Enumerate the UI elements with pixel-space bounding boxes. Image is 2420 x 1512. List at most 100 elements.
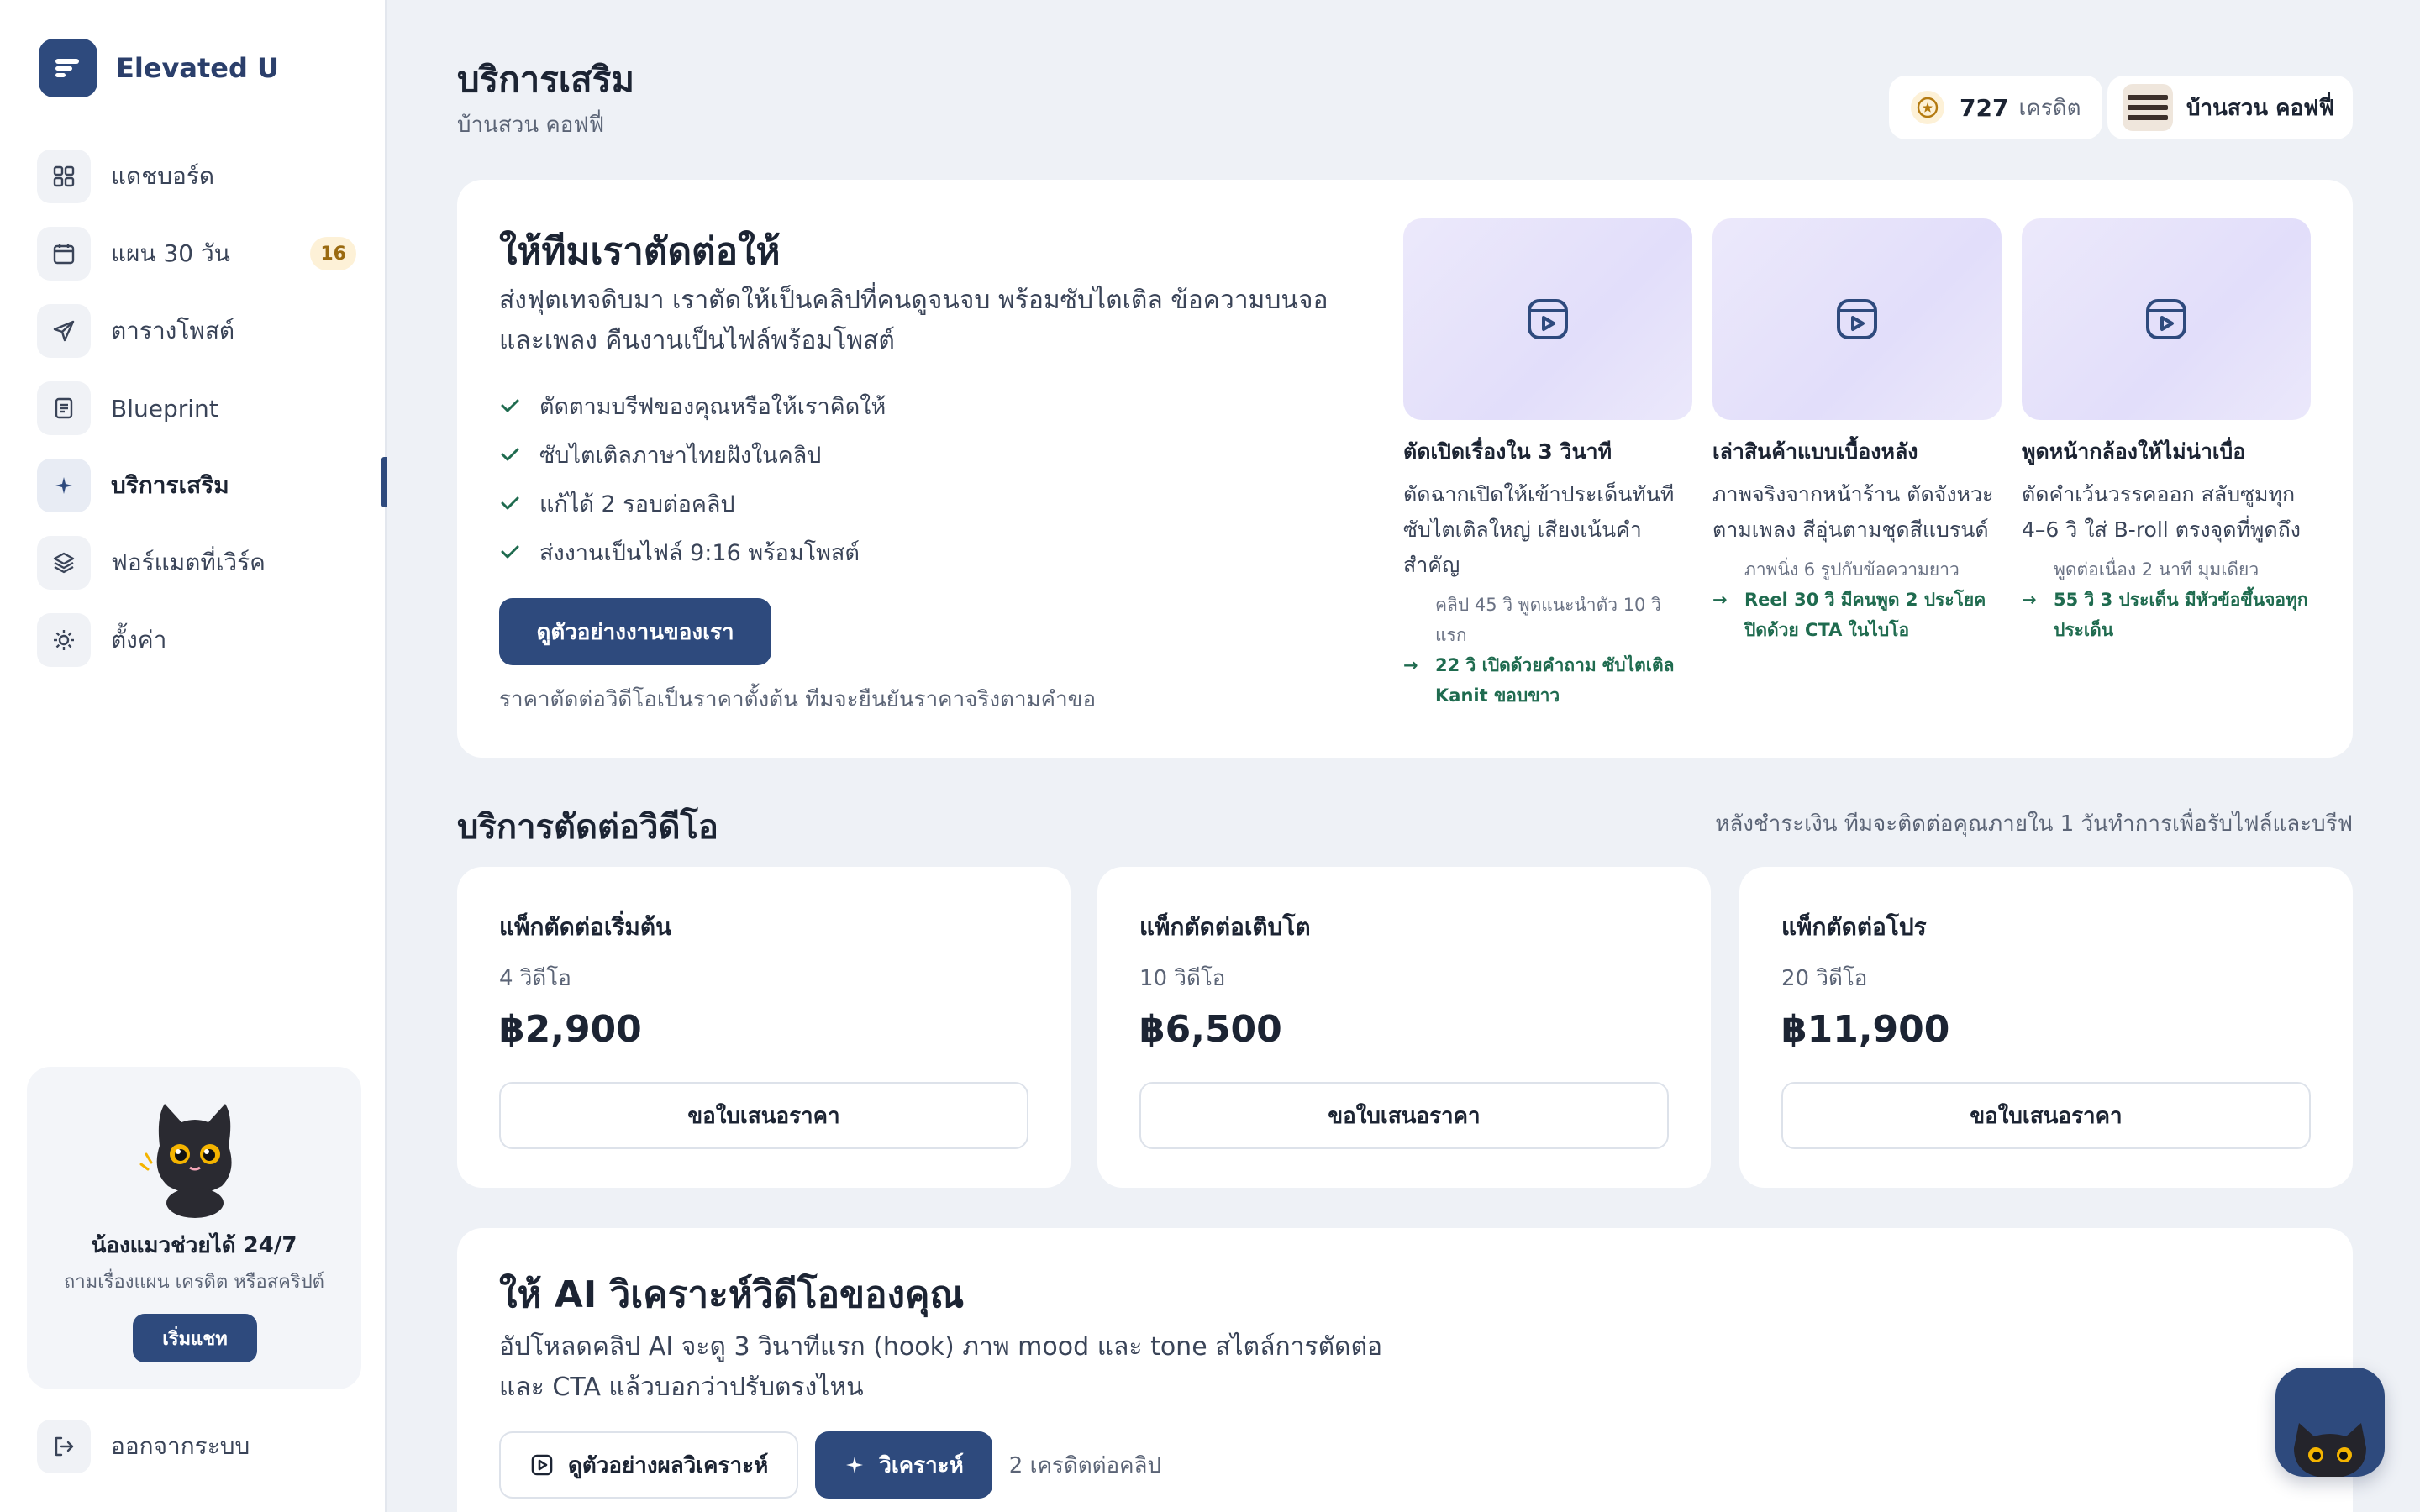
video-thumbnail[interactable] xyxy=(2022,218,2311,420)
feature-text: ตัดตามบรีฟของคุณหรือให้เราคิดให้ xyxy=(539,393,886,420)
sidebar-item-label: บริการเสริม xyxy=(111,471,229,499)
section-note: หลังชำระเงิน ทีมจะติดต่อคุณภายใน 1 วันทำ… xyxy=(1715,811,2353,837)
package-price: ฿11,900 xyxy=(1781,1008,1950,1051)
shop-avatar xyxy=(2123,84,2173,131)
help-title: น้องแมวช่วยได้ 24/7 xyxy=(91,1233,297,1258)
ai-analysis-card: ให้ AI วิเคราะห์วิดีโอของคุณ อัปโหลดคลิป… xyxy=(457,1228,2353,1512)
play-video-icon xyxy=(1837,299,1877,339)
feature-text: ซับไตเติลภาษาไทยฝังในคลิป xyxy=(539,442,822,469)
sample-result-text: Reel 30 วิ มีคนพูด 2 ประโยค ปิดด้วย CTA … xyxy=(1744,590,1986,640)
calendar-icon xyxy=(37,227,91,281)
sidebar-item-addons[interactable]: บริการเสริม xyxy=(37,455,356,516)
ai-title: ให้ AI วิเคราะห์วิดีโอของคุณ xyxy=(499,1273,965,1316)
sample-after: → 22 วิ เปิดด้วยคำถาม ซับไตเติล Kanit ขอ… xyxy=(1403,650,1692,711)
sample-title: พูดหน้ากล้องให้ไม่น่าเบื่อ xyxy=(2022,439,2246,464)
package-name: แพ็กตัดต่อเติบโต xyxy=(1139,913,1311,941)
sidebar-item-label: Blueprint xyxy=(111,394,218,423)
button-label: ดูตัวอย่างผลวิเคราะห์ xyxy=(568,1452,769,1478)
check-icon xyxy=(499,395,523,417)
feature-text: แก้ได้ 2 รอบต่อคลิป xyxy=(539,491,735,517)
section-title: บริการตัดต่อวิดีโอ xyxy=(457,808,718,847)
credit-unit: เครดิต xyxy=(2018,95,2081,121)
shop-switcher[interactable]: บ้านสวน คอฟฟี่ xyxy=(2107,76,2353,139)
chat-assistant-button[interactable] xyxy=(2275,1368,2385,1477)
check-icon xyxy=(499,541,523,563)
sidebar-item-settings[interactable]: ตั้งค่า xyxy=(37,610,356,670)
sample-result-text: 55 วิ 3 ประเด็น มีหัวข้อขึ้นจอทุกประเด็น xyxy=(2054,590,2308,640)
sample-before: ภาพนิ่ง 6 รูปกับข้อความยาว xyxy=(1744,559,1960,580)
count-badge: 16 xyxy=(310,237,356,270)
sparkle-icon xyxy=(37,459,91,512)
button-label: วิเคราะห์ xyxy=(879,1452,964,1478)
feature-item: แก้ได้ 2 รอบต่อคลิป xyxy=(499,479,886,528)
request-quote-button[interactable]: ขอใบเสนอราคา xyxy=(1139,1082,1669,1149)
editing-service-hero: ให้ทีมเราตัดต่อให้ ส่งฟุตเทจดิบมา เราตัด… xyxy=(457,180,2353,758)
play-video-icon xyxy=(2146,299,2186,339)
hero-description: ส่งฟุตเทจดิบมา เราตัดให้เป็นคลิปที่คนดูจ… xyxy=(499,286,1328,355)
help-subtitle: ถามเรื่องแผน เครดิต หรือสคริปต์ xyxy=(64,1272,324,1293)
logout-button[interactable]: ออกจากระบบ xyxy=(37,1420,250,1473)
package-name: แพ็กตัดต่อเริ่มต้น xyxy=(499,913,672,941)
request-quote-button[interactable]: ขอใบเสนอราคา xyxy=(1781,1082,2311,1149)
check-icon xyxy=(499,444,523,465)
sample-card[interactable]: พูดหน้ากล้องให้ไม่น่าเบื่อ ตัดคำเว้นวรรค… xyxy=(2022,218,2311,645)
logout-icon xyxy=(37,1420,91,1473)
coin-icon xyxy=(1911,91,1944,124)
brand-logo-icon xyxy=(39,39,97,97)
sample-before: พูดต่อเนื่อง 2 นาที มุมเดียว xyxy=(2054,559,2260,580)
brand-name: Elevated U xyxy=(116,52,280,84)
pricing-note: ราคาตัดต่อวิดีโอเป็นราคาตั้งต้น ทีมจะยืน… xyxy=(499,687,1097,712)
sample-title: ตัดเปิดเรื่องใน 3 วินาที xyxy=(1403,439,1612,464)
gear-icon xyxy=(37,613,91,667)
package-price: ฿6,500 xyxy=(1139,1008,1282,1051)
logout-label: ออกจากระบบ xyxy=(111,1432,250,1460)
brand[interactable]: Elevated U xyxy=(39,39,279,97)
sidebar-item-label: ตารางโพสต์ xyxy=(111,317,235,344)
cat-avatar-icon xyxy=(2294,1423,2366,1477)
request-quote-button[interactable]: ขอใบเสนอราคา xyxy=(499,1082,1028,1149)
sample-card[interactable]: ตัดเปิดเรื่องใน 3 วินาที ตัดฉากเปิดให้เข… xyxy=(1403,218,1692,711)
sample-description: ตัดคำเว้นวรรคออก สลับซูมทุก 4–6 วิ ใส่ B… xyxy=(2022,482,2301,542)
view-samples-button[interactable]: ดูตัวอย่างงานของเรา xyxy=(499,598,771,665)
help-card: น้องแมวช่วยได้ 24/7 ถามเรื่องแผน เครดิต … xyxy=(27,1067,361,1389)
package-card: แพ็กตัดต่อโปร 20 วิดีโอ ฿11,900 ขอใบเสนอ… xyxy=(1739,867,2353,1188)
check-icon xyxy=(499,492,523,514)
sidebar-item-dashboard[interactable]: แดชบอร์ด xyxy=(37,146,356,207)
page-subtitle: บ้านสวน คอฟฟี่ xyxy=(457,113,605,138)
video-thumbnail[interactable] xyxy=(1712,218,2002,420)
arrow-right-icon: → xyxy=(2022,590,2037,610)
grid-icon xyxy=(37,150,91,203)
package-count: 20 วิดีโอ xyxy=(1781,966,1868,991)
credit-value: 727 xyxy=(1960,93,2009,122)
feature-list: ตัดตามบรีฟของคุณหรือให้เราคิดให้ ซับไตเต… xyxy=(499,381,886,576)
video-thumbnail[interactable] xyxy=(1403,218,1692,420)
sample-card[interactable]: เล่าสินค้าแบบเบื้องหลัง ภาพจริงจากหน้าร้… xyxy=(1712,218,2002,645)
analyze-button[interactable]: วิเคราะห์ xyxy=(815,1431,992,1499)
send-icon xyxy=(37,304,91,358)
package-name: แพ็กตัดต่อโปร xyxy=(1781,913,1927,941)
play-video-icon xyxy=(1528,299,1568,339)
sidebar-item-schedule[interactable]: ตารางโพสต์ xyxy=(37,301,356,361)
arrow-right-icon: → xyxy=(1403,655,1418,675)
feature-item: ส่งงานเป็นไฟล์ 9:16 พร้อมโพสต์ xyxy=(499,528,886,576)
package-count: 4 วิดีโอ xyxy=(499,966,571,991)
feature-item: ซับไตเติลภาษาไทยฝังในคลิป xyxy=(499,430,886,479)
sample-before: คลิป 45 วิ พูดแนะนำตัว 10 วิแรก xyxy=(1435,595,1661,645)
cat-mascot-image xyxy=(134,1087,254,1225)
layers-icon xyxy=(37,536,91,590)
sidebar-item-label: ตั้งค่า xyxy=(111,626,167,654)
package-card: แพ็กตัดต่อเริ่มต้น 4 วิดีโอ ฿2,900 ขอใบเ… xyxy=(457,867,1071,1188)
sample-description: ภาพจริงจากหน้าร้าน ตัดจังหวะตามเพลง สีอุ… xyxy=(1712,482,1994,542)
ai-actions: ดูตัวอย่างผลวิเคราะห์ วิเคราะห์ 2 เครดิต… xyxy=(499,1431,1161,1499)
sidebar-item-formats[interactable]: ฟอร์แมตที่เวิร์ค xyxy=(37,533,356,593)
sidebar-item-blueprint[interactable]: Blueprint xyxy=(37,378,356,438)
sample-description: ตัดฉากเปิดให้เข้าประเด็นทันที ซับไตเติลใ… xyxy=(1403,482,1675,577)
document-icon xyxy=(37,381,91,435)
sidebar-item-plan[interactable]: แผน 30 วัน 16 xyxy=(37,223,356,284)
start-chat-button[interactable]: เริ่มแชท xyxy=(133,1314,257,1362)
sample-after: → Reel 30 วิ มีคนพูด 2 ประโยค ปิดด้วย CT… xyxy=(1712,585,2002,645)
view-analysis-example-button[interactable]: ดูตัวอย่างผลวิเคราะห์ xyxy=(499,1431,799,1499)
credit-balance[interactable]: 727 เครดิต xyxy=(1889,76,2103,139)
active-indicator xyxy=(381,457,387,507)
package-count: 10 วิดีโอ xyxy=(1139,966,1226,991)
